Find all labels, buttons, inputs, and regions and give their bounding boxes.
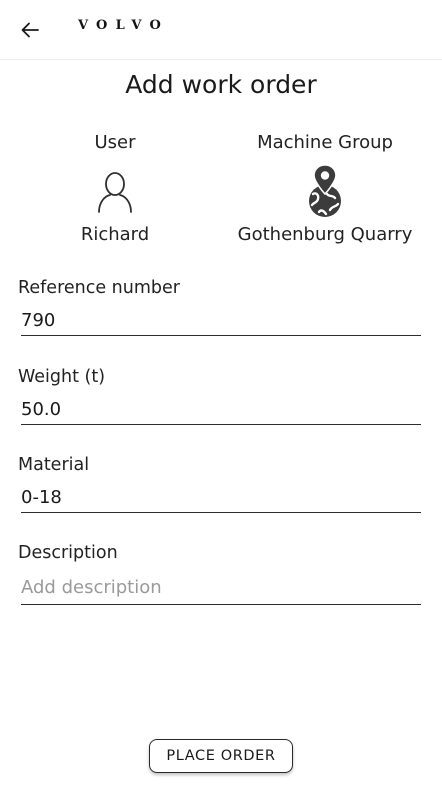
description-label: Description: [18, 543, 118, 563]
weight-input[interactable]: [21, 397, 421, 425]
material-field: Material: [18, 453, 421, 513]
material-label: Material: [18, 455, 90, 475]
back-button[interactable]: [12, 12, 48, 48]
location-globe-icon: [309, 164, 341, 217]
reference-number-label: Reference number: [18, 278, 180, 298]
material-input[interactable]: [21, 485, 421, 513]
person-icon: [98, 172, 132, 213]
arrow-left-icon: [21, 22, 39, 38]
top-app-bar: VOLVO: [0, 0, 442, 60]
volvo-logo: VOLVO: [78, 18, 169, 33]
user-label: User: [94, 132, 136, 153]
user-info: User Richard: [55, 130, 175, 248]
place-order-button[interactable]: PLACE ORDER: [149, 739, 293, 773]
description-field: Description: [18, 541, 421, 605]
reference-number-field: Reference number: [18, 276, 421, 336]
user-name: Richard: [80, 224, 150, 245]
machine-group-name: Gothenburg Quarry: [237, 224, 413, 245]
weight-field: Weight (t): [18, 365, 421, 425]
machine-group-info[interactable]: Machine Group Gothenburg Quarry: [225, 130, 425, 248]
page-title: Add work order: [125, 70, 317, 99]
description-input[interactable]: [21, 575, 421, 605]
weight-label: Weight (t): [18, 367, 106, 387]
machine-group-label: Machine Group: [257, 132, 393, 153]
reference-number-input[interactable]: [21, 308, 421, 336]
